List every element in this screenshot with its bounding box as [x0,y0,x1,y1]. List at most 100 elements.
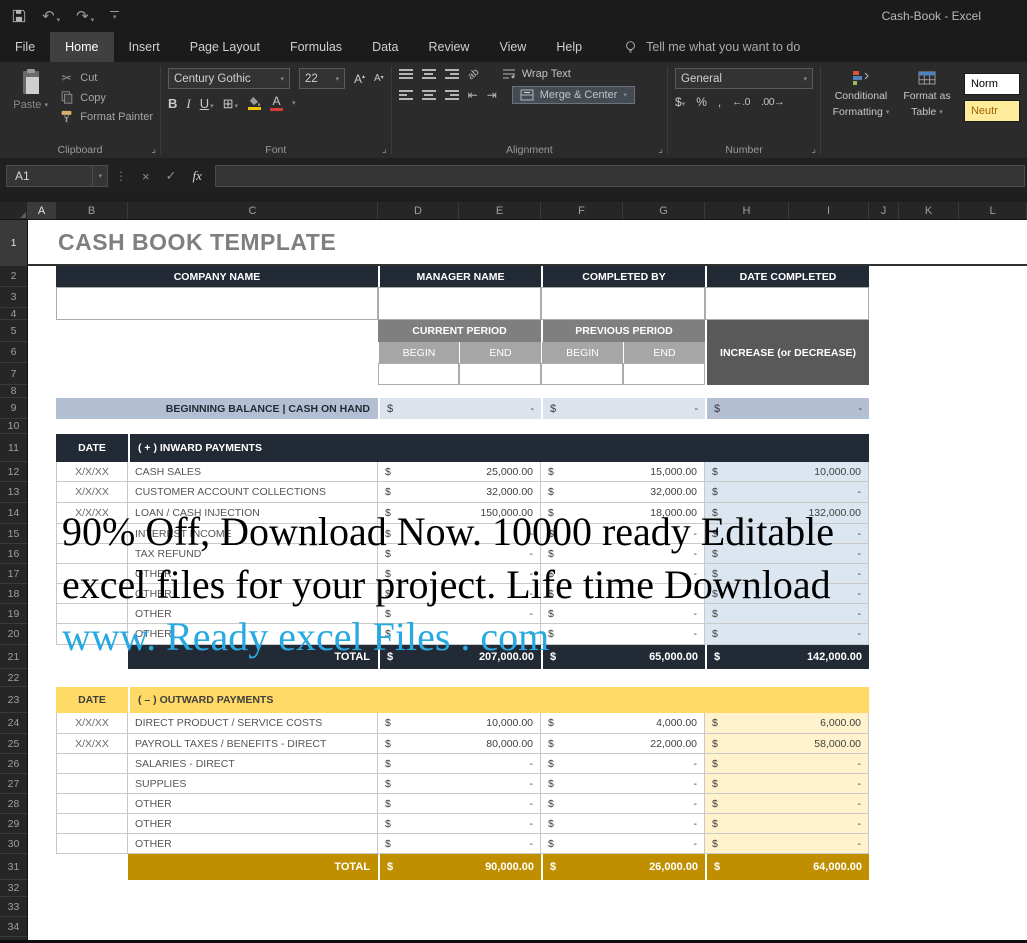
outward-total-increase[interactable]: $64,000.00 [705,854,869,880]
tell-me-box[interactable]: Tell me what you want to do [623,32,800,62]
row-header-3[interactable]: 3 [0,287,28,308]
outward-row-increase-amount[interactable]: $- [705,834,869,854]
outward-date-header[interactable]: DATE [56,687,128,713]
outward-row-description-cell[interactable]: OTHER [128,814,378,834]
enter-button[interactable]: ✓ [158,168,185,184]
row-header-29[interactable]: 29 [0,814,28,834]
inward-row-description-cell[interactable]: INTEREST INCOME [128,524,378,544]
tab-insert[interactable]: Insert [114,32,175,62]
copy-button[interactable]: Copy [59,91,153,104]
row-header-8[interactable]: 8 [0,385,28,398]
outward-row-increase-amount[interactable]: $6,000.00 [705,713,869,734]
row-header-19[interactable]: 19 [0,604,28,624]
outward-row-current-amount[interactable]: $- [378,834,541,854]
outward-row-increase-amount[interactable]: $- [705,794,869,814]
row-header-11[interactable]: 11 [0,434,28,462]
inward-row-increase-amount[interactable]: $- [705,524,869,544]
beginning-balance-current[interactable]: $- [378,398,541,419]
inward-total-increase[interactable]: $142,000.00 [705,645,869,669]
increase-indent-button[interactable]: ⇥ [487,89,497,101]
inward-row-increase-amount[interactable]: $- [705,584,869,604]
tab-page-layout[interactable]: Page Layout [175,32,275,62]
increase-decimal-button[interactable]: ←.0 [732,96,750,108]
outward-row-current-amount[interactable]: $- [378,774,541,794]
number-dialog-launcher[interactable]: ⌟ [811,144,816,155]
inward-total-current[interactable]: $207,000.00 [378,645,541,669]
decrease-decimal-button[interactable]: .00→ [761,96,784,108]
inward-row-date-cell[interactable] [56,584,128,604]
row-header-23[interactable]: 23 [0,687,28,713]
fill-color-button[interactable] [247,96,261,110]
row-header-7[interactable]: 7 [0,363,28,385]
previous-begin-header[interactable]: BEGIN [541,342,623,363]
row-header-15[interactable]: 15 [0,524,28,544]
column-header-B[interactable]: B [56,202,128,220]
sheet-title-cell[interactable]: CASH BOOK TEMPLATE [28,220,1027,266]
outward-total-label[interactable]: TOTAL [128,854,378,880]
row-header-1[interactable]: 1 [0,220,28,266]
tab-home[interactable]: Home [50,32,113,62]
row-header-21[interactable]: 21 [0,645,28,669]
merge-center-button[interactable]: Merge & Center ▾ [512,86,635,104]
date-completed-header[interactable]: DATE COMPLETED [705,266,869,287]
outward-row-previous-amount[interactable]: $- [541,754,705,774]
format-painter-button[interactable]: Format Painter [59,110,153,123]
outward-total-current[interactable]: $90,000.00 [378,854,541,880]
percent-style-button[interactable]: % [696,95,707,109]
inward-row-previous-amount[interactable]: $- [541,564,705,584]
cut-button[interactable]: ✂Cut [59,71,153,85]
font-color-button[interactable]: A [270,95,283,111]
tab-help[interactable]: Help [541,32,597,62]
inward-row-date-cell[interactable] [56,624,128,645]
current-end-input-cell[interactable] [459,363,541,385]
increase-decrease-header[interactable]: INCREASE (or DECREASE) [705,320,869,385]
outward-row-current-amount[interactable]: $80,000.00 [378,734,541,754]
outward-row-previous-amount[interactable]: $- [541,774,705,794]
inward-row-description-cell[interactable]: CUSTOMER ACCOUNT COLLECTIONS [128,482,378,503]
inward-row-current-amount[interactable]: $- [378,524,541,544]
increase-font-size-button[interactable]: A▴ [354,73,365,85]
outward-row-previous-amount[interactable]: $4,000.00 [541,713,705,734]
current-period-header[interactable]: CURRENT PERIOD [378,320,541,342]
outward-row-previous-amount[interactable]: $22,000.00 [541,734,705,754]
undo-button[interactable]: ↶▾ [42,9,60,24]
inward-row-date-cell[interactable] [56,604,128,624]
align-center-icon[interactable] [422,90,436,100]
outward-row-date-cell[interactable] [56,754,128,774]
inward-row-description-cell[interactable]: OTHER [128,564,378,584]
tab-data[interactable]: Data [357,32,413,62]
outward-row-description-cell[interactable]: SALARIES - DIRECT [128,754,378,774]
inward-date-header[interactable]: DATE [56,434,128,462]
italic-button[interactable]: I [186,97,190,110]
inward-total-label[interactable]: TOTAL [128,645,378,669]
accounting-format-button[interactable]: $▾ [675,95,685,109]
outward-row-description-cell[interactable]: OTHER [128,794,378,814]
row-header-12[interactable]: 12 [0,462,28,482]
outward-row-date-cell[interactable]: X/X/XX [56,734,128,754]
row-header-28[interactable]: 28 [0,794,28,814]
inward-row-previous-amount[interactable]: $- [541,544,705,564]
font-dialog-launcher[interactable]: ⌟ [382,144,387,155]
comma-style-button[interactable]: , [718,95,721,109]
previous-period-header[interactable]: PREVIOUS PERIOD [541,320,705,342]
row-header-9[interactable]: 9 [0,398,28,419]
outward-row-current-amount[interactable]: $- [378,814,541,834]
outward-row-current-amount[interactable]: $- [378,794,541,814]
inward-row-description-cell[interactable]: CASH SALES [128,462,378,482]
outward-row-date-cell[interactable] [56,794,128,814]
column-header-J[interactable]: J [869,202,899,220]
row-header-13[interactable]: 13 [0,482,28,503]
redo-button[interactable]: ↷▾ [76,9,94,24]
inward-row-current-amount[interactable]: $- [378,604,541,624]
tab-formulas[interactable]: Formulas [275,32,357,62]
wrap-text-button[interactable]: Wrap Text [502,68,571,80]
row-header-17[interactable]: 17 [0,564,28,584]
row-header-26[interactable]: 26 [0,754,28,774]
select-all-button[interactable]: ◢ [0,202,28,220]
row-header-6[interactable]: 6 [0,342,28,363]
align-top-icon[interactable] [399,69,413,79]
outward-row-previous-amount[interactable]: $- [541,794,705,814]
orientation-button[interactable]: ab [465,66,481,82]
inward-row-description-cell[interactable]: OTHER [128,604,378,624]
row-header-24[interactable]: 24 [0,713,28,734]
